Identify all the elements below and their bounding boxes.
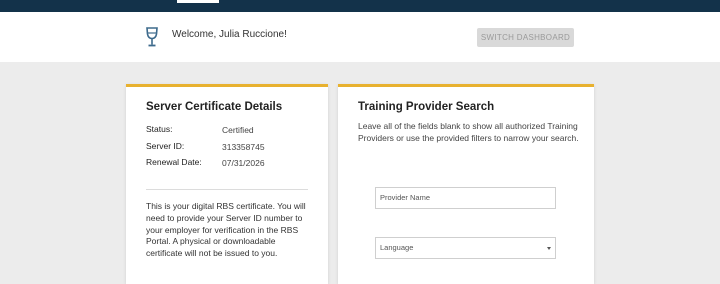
search-description: Leave all of the fields blank to show al… [358, 121, 579, 143]
renewal-date-label: Renewal Date: [146, 157, 202, 167]
provider-name-input[interactable]: Provider Name [375, 187, 556, 209]
certificate-card-title: Server Certificate Details [146, 101, 283, 113]
server-id-value: 313358745 [222, 142, 265, 152]
top-nav-bar [0, 0, 720, 12]
certificate-divider [146, 189, 308, 190]
wine-glass-icon [146, 27, 158, 47]
active-tab-indicator [177, 0, 219, 3]
status-value: Certified [222, 125, 254, 135]
switch-dashboard-button[interactable]: SWITCH DASHBOARD [477, 28, 574, 47]
language-select[interactable]: Language [375, 237, 556, 259]
server-id-label: Server ID: [146, 141, 185, 151]
provider-name-placeholder: Provider Name [380, 193, 431, 202]
language-select-value: Language [380, 243, 414, 252]
welcome-message: Welcome, Julia Ruccione! [172, 29, 287, 40]
training-provider-search-card: Training Provider Search Leave all of th… [338, 84, 594, 284]
server-certificate-card: Server Certificate Details Status: Certi… [126, 84, 328, 284]
renewal-date-value: 07/31/2026 [222, 158, 265, 168]
status-label: Status: [146, 124, 173, 134]
search-card-title: Training Provider Search [358, 101, 495, 113]
welcome-bar: Welcome, Julia Ruccione! SWITCH DASHBOAR… [0, 12, 720, 62]
certificate-note: This is your digital RBS certificate. Yo… [146, 201, 306, 259]
chevron-down-icon [547, 247, 551, 250]
